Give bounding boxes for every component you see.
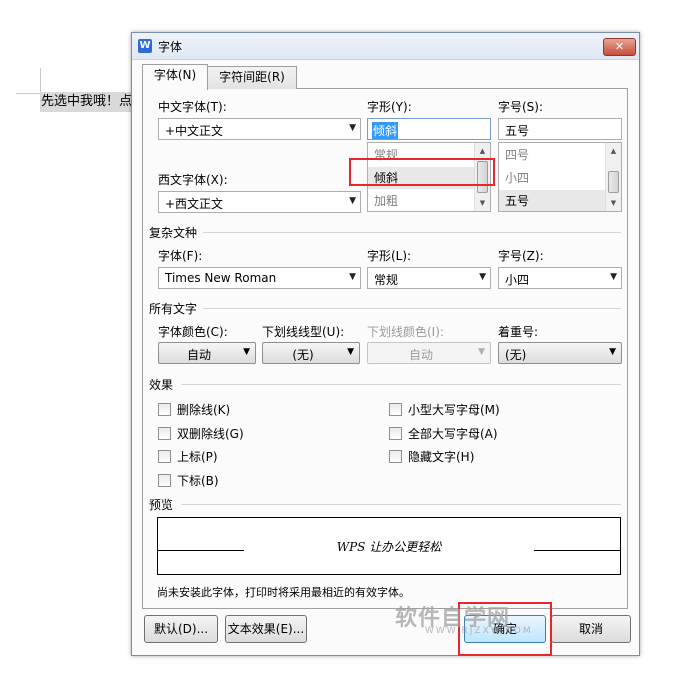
font-color-select[interactable]: 自动 ▼ [158,342,256,364]
complex-size-select[interactable]: 小四 ▼ [498,267,622,289]
effects-heading: 效果 [149,378,174,392]
default-button[interactable]: 默认(D)... [144,615,218,643]
style-label: 字形(Y): [367,100,412,114]
complex-size-label: 字号(Z): [498,249,544,263]
dropdown-arrow-icon: ▼ [243,347,250,357]
size-list[interactable]: 四号 小四 五号 ▲ ▼ [498,142,622,212]
scroll-thumb[interactable] [608,171,619,193]
complex-size-value: 小四 [505,273,530,287]
dropdown-arrow-icon: ▼ [609,347,616,357]
size-value: 五号 [505,124,530,138]
double-strikethrough-label: 双删除线(G) [177,427,244,441]
list-item[interactable]: 小四 [499,167,606,189]
subscript-checkbox[interactable] [158,474,171,487]
size-list-scrollbar[interactable]: ▲ ▼ [605,143,621,211]
complex-style-select[interactable]: 常规 ▼ [367,267,491,289]
close-icon[interactable]: ✕ [603,38,636,56]
scroll-down-icon[interactable]: ▼ [475,195,490,211]
all-caps-label: 全部大写字母(A) [408,427,498,441]
list-item[interactable]: 五号 [499,190,606,211]
western-font-select[interactable]: +西文正文 ▼ [158,191,361,213]
hidden-text-checkbox[interactable] [389,450,402,463]
complex-font-label: 字体(F): [158,249,203,263]
font-color-label: 字体颜色(C): [158,325,228,339]
preview-sample-text: WPS 让办公更轻松 [336,540,442,554]
western-font-label: 西文字体(X): [158,173,228,187]
dropdown-arrow-icon: ▼ [479,272,486,282]
tab-character-spacing[interactable]: 字符间距(R) [207,66,297,89]
list-item[interactable]: 四号 [499,144,606,166]
superscript-checkbox[interactable] [158,450,171,463]
preview-heading: 预览 [149,498,174,512]
font-color-value: 自动 [186,348,211,362]
emphasis-select[interactable]: (无) ▼ [498,342,622,364]
watermark-url: WWW.RJZXW.COM [425,626,533,636]
list-item[interactable]: 加粗 [368,190,475,211]
scroll-up-icon[interactable]: ▲ [606,143,621,159]
hidden-text-label: 隐藏文字(H) [408,450,475,464]
strikethrough-label: 删除线(K) [177,403,231,417]
complex-font-value: Times New Roman [165,271,277,285]
doc-margin-guide [16,93,40,94]
emphasis-value: (无) [505,348,527,362]
underline-style-select[interactable]: (无) ▼ [262,342,360,364]
group-divider [181,504,621,505]
doc-margin-guide [40,68,41,94]
font-not-installed-note: 尚未安装此字体，打印时将采用最相近的有效字体。 [157,586,410,599]
small-caps-checkbox[interactable] [389,403,402,416]
dropdown-arrow-icon: ▼ [610,272,617,282]
scroll-down-icon[interactable]: ▼ [606,195,621,211]
underline-color-select: 自动 ▼ [367,342,491,364]
text-effects-button[interactable]: 文本效果(E)... [225,615,307,643]
underline-style-value: (无) [292,348,314,362]
complex-font-select[interactable]: Times New Roman ▼ [158,267,361,289]
complex-style-value: 常规 [374,273,399,287]
strikethrough-checkbox[interactable] [158,403,171,416]
wps-app-icon: W [138,39,152,53]
scroll-up-icon[interactable]: ▲ [475,143,490,159]
style-input[interactable]: 倾斜 [367,118,491,140]
subscript-label: 下标(B) [177,474,219,488]
document-selected-text[interactable]: 先选中我哦！点 [40,92,134,112]
all-text-heading: 所有文字 [149,302,198,316]
superscript-label: 上标(P) [177,450,218,464]
size-label: 字号(S): [498,100,544,114]
cancel-button[interactable]: 取消 [551,615,631,643]
western-font-value: +西文正文 [165,197,224,211]
dropdown-arrow-icon: ▼ [478,347,485,357]
group-divider [203,308,621,309]
highlight-italic-option [349,158,495,186]
chinese-font-label: 中文字体(T): [158,100,227,114]
underline-color-label: 下划线颜色(I): [367,325,444,339]
underline-color-value: 自动 [408,348,433,362]
dropdown-arrow-icon: ▼ [347,347,354,357]
chinese-font-select[interactable]: +中文正文 ▼ [158,118,361,140]
size-input[interactable]: 五号 [498,118,622,140]
preview-box: WPS 让办公更轻松 [157,517,621,575]
complex-heading: 复杂文种 [149,226,198,240]
chinese-font-value: +中文正文 [165,124,224,138]
underline-style-label: 下划线线型(U): [262,325,345,339]
small-caps-label: 小型大写字母(M) [408,403,500,417]
font-dialog: W 字体 ✕ 中文字体(T): +中文正文 ▼ 字形(Y): 倾斜 常规 倾斜 … [131,32,640,656]
all-caps-checkbox[interactable] [389,427,402,440]
style-value: 倾斜 [372,122,399,139]
tab-font[interactable]: 字体(N) [142,64,208,90]
dropdown-arrow-icon: ▼ [349,196,356,206]
emphasis-label: 着重号: [498,325,539,339]
dropdown-arrow-icon: ▼ [349,123,356,133]
preview-baseline [534,550,620,551]
dialog-titlebar[interactable]: W 字体 ✕ [132,33,639,60]
group-divider [181,384,621,385]
double-strikethrough-checkbox[interactable] [158,427,171,440]
group-divider [203,232,621,233]
dropdown-arrow-icon: ▼ [349,272,356,282]
dialog-title: 字体 [158,40,183,54]
complex-style-label: 字形(L): [367,249,412,263]
